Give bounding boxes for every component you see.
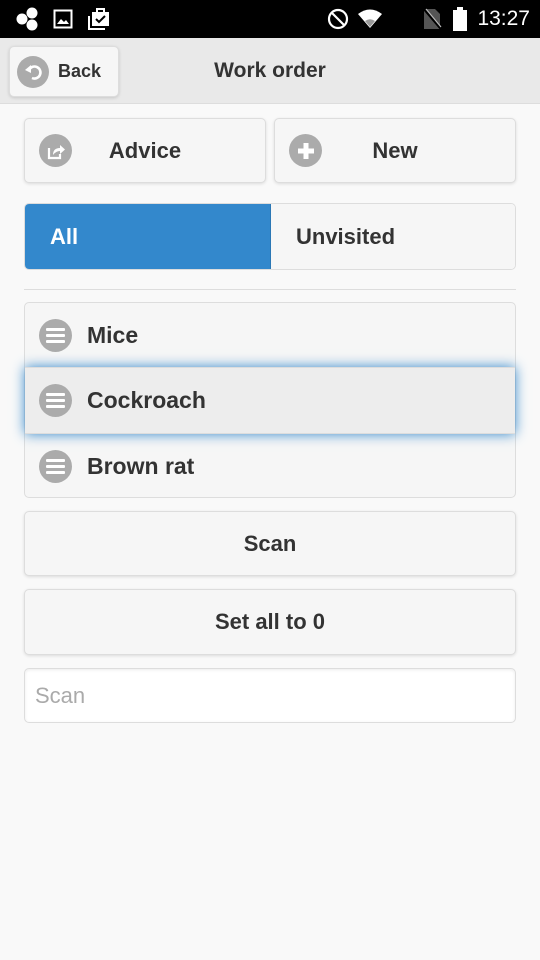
menu-lines-icon — [39, 384, 72, 417]
list-item[interactable]: Cockroach — [25, 367, 515, 434]
battery-icon — [451, 6, 469, 32]
tab-unvisited-label: Unvisited — [296, 223, 396, 249]
new-button-label: New — [372, 137, 418, 163]
set-all-button-label: Set all to 0 — [214, 609, 326, 634]
pest-list: Mice Cockroach Brown rat — [24, 302, 516, 498]
divider — [24, 289, 516, 290]
tab-all-label: All — [50, 223, 79, 249]
do-not-disturb-icon — [326, 6, 350, 32]
list-item-label: Brown rat — [87, 453, 195, 479]
list-item-label: Cockroach — [87, 387, 206, 413]
scan-button[interactable]: Scan — [24, 511, 516, 576]
no-sim-icon — [420, 6, 444, 32]
image-notification-icon — [52, 6, 74, 32]
tab-all[interactable]: All — [25, 204, 271, 269]
status-time: 13:27 — [477, 7, 530, 30]
list-item-label: Mice — [87, 322, 139, 348]
clipboard-check-icon — [86, 6, 112, 32]
tab-unvisited[interactable]: Unvisited — [271, 204, 515, 269]
new-button[interactable]: New — [274, 118, 516, 183]
header-bar: Back Work order — [0, 38, 540, 104]
advice-button[interactable]: Advice — [24, 118, 266, 183]
plus-icon — [289, 134, 322, 167]
advice-button-label: Advice — [108, 137, 182, 163]
status-bar: 13:27 — [0, 0, 540, 38]
filter-tabs: All Unvisited — [24, 203, 516, 270]
set-all-to-zero-button[interactable]: Set all to 0 — [24, 589, 516, 655]
back-button[interactable]: Back — [9, 46, 119, 97]
scan-input[interactable] — [24, 668, 516, 723]
wifi-icon — [356, 6, 384, 32]
scan-button-label: Scan — [243, 530, 297, 556]
app-notification-icon — [14, 6, 42, 32]
share-icon — [39, 134, 72, 167]
back-arrow-icon — [17, 55, 49, 88]
list-item[interactable]: Mice — [25, 303, 515, 368]
list-item[interactable]: Brown rat — [25, 434, 515, 499]
menu-lines-icon — [39, 450, 72, 483]
back-button-label: Back — [58, 61, 102, 81]
menu-lines-icon — [39, 319, 72, 352]
